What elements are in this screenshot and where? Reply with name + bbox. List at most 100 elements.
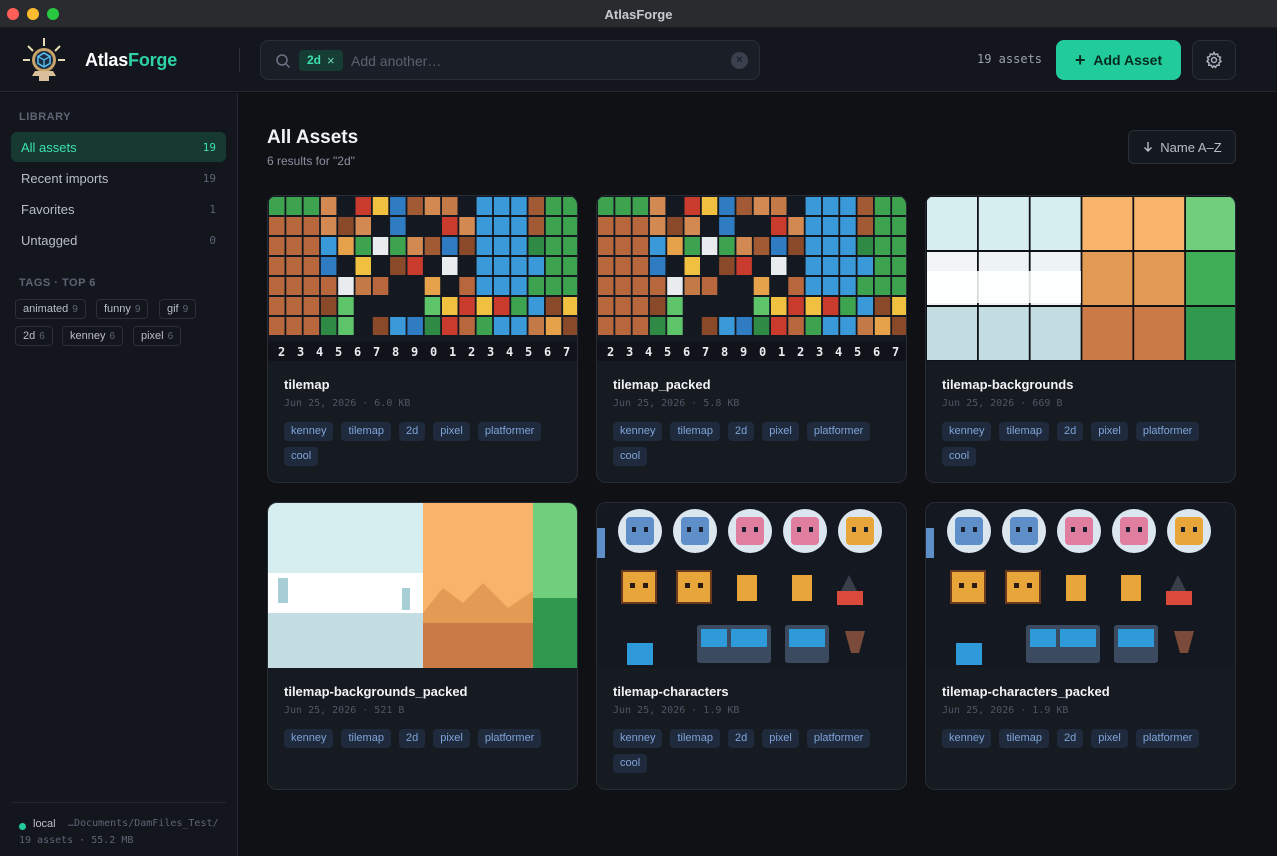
gear-icon	[1205, 51, 1223, 69]
asset-tag[interactable]: pixel	[762, 729, 799, 748]
sidebar-tag-funny[interactable]: funny 9	[96, 299, 149, 319]
svg-text:2: 2	[468, 345, 475, 359]
add-asset-button[interactable]: + Add Asset	[1056, 40, 1181, 80]
asset-tag[interactable]: tilemap	[999, 729, 1049, 748]
sort-label: Name A–Z	[1160, 139, 1222, 155]
asset-tag[interactable]: platformer	[477, 729, 542, 748]
asset-tag[interactable]: kenney	[284, 729, 334, 748]
asset-tag[interactable]: 2d	[398, 422, 426, 441]
tag-name: kenney	[70, 330, 106, 342]
svg-text:7: 7	[563, 345, 570, 359]
asset-tag[interactable]: pixel	[762, 422, 799, 441]
asset-tag[interactable]: platformer	[1135, 422, 1200, 441]
asset-tag[interactable]: platformer	[806, 729, 871, 748]
sidebar-tag-2d[interactable]: 2d 6	[15, 326, 53, 346]
brand-name-part-b: Forge	[128, 50, 178, 70]
sidebar-item-all-assets[interactable]: All assets 19	[11, 132, 226, 162]
asset-tag[interactable]: tilemap	[341, 422, 391, 441]
asset-tag[interactable]: 2d	[1056, 422, 1084, 441]
asset-tag[interactable]: platformer	[477, 422, 542, 441]
remove-chip-icon[interactable]: ×	[327, 50, 335, 71]
sidebar-item-label: All assets	[21, 139, 77, 155]
asset-tag[interactable]: pixel	[433, 422, 470, 441]
clear-search-button[interactable]: ×	[731, 52, 748, 69]
tag-count: 9	[72, 303, 78, 315]
asset-tag[interactable]: cool	[613, 447, 648, 466]
app-header: AtlasForge 2d × × 19 assets + Add Asset	[0, 28, 1277, 92]
asset-tag[interactable]: tilemap	[670, 729, 720, 748]
asset-tag[interactable]: tilemap	[670, 422, 720, 441]
tag-count: 9	[134, 303, 141, 315]
sidebar-tag-kenney[interactable]: kenney 6	[62, 326, 124, 346]
storage-location: local	[33, 818, 56, 830]
svg-text:1: 1	[778, 345, 785, 359]
asset-title: tilemap_packed	[613, 377, 711, 392]
asset-tag[interactable]: kenney	[942, 729, 992, 748]
svg-text:9: 9	[411, 345, 418, 359]
asset-card[interactable]: tilemap-backgrounds Jun 25, 2026 · 669 B k…	[925, 195, 1236, 483]
asset-thumbnail[interactable]: 2345678901234567	[268, 196, 577, 361]
svg-text:5: 5	[664, 345, 671, 359]
page-title: All Assets	[267, 127, 359, 148]
asset-tag[interactable]: kenney	[942, 422, 992, 441]
asset-count: 19 assets	[977, 52, 1043, 66]
asset-thumbnail[interactable]	[268, 503, 577, 668]
sidebar-item-count: 19	[202, 171, 216, 185]
svg-text:6: 6	[683, 345, 690, 359]
settings-button[interactable]	[1192, 40, 1236, 80]
asset-card[interactable]: 2 3 4 5 6 7 8 9 0 1 2 3 4 5 6 7 tilemap Jun 25, 2026 · 6.…	[267, 195, 578, 483]
storage-meta: 19 assets · 55.2 MB	[19, 835, 134, 846]
sidebar-item-recent-imports[interactable]: Recent imports 19	[11, 163, 226, 193]
window-title: AtlasForge	[604, 7, 673, 22]
sidebar-item-untagged[interactable]: Untagged 0	[11, 225, 226, 255]
sidebar-item-count: 0	[209, 233, 216, 247]
asset-tag[interactable]: platformer	[1135, 729, 1200, 748]
asset-meta: Jun 25, 2026 · 669 B	[942, 398, 1063, 409]
asset-tag[interactable]: 2d	[398, 729, 426, 748]
asset-tags: kenney tilemap 2d pixel platformer	[284, 729, 569, 748]
sidebar-item-label: Favorites	[21, 201, 75, 217]
asset-card[interactable]: tilemap-backgrounds_packed Jun 25, 2026 ·…	[267, 502, 578, 790]
tag-name: 2d	[23, 330, 36, 342]
library-section-label: LIBRARY	[19, 111, 71, 123]
thumbnail-image: 2345678901234567	[268, 196, 577, 361]
asset-tag[interactable]: cool	[284, 447, 319, 466]
asset-thumbnail[interactable]	[926, 196, 1235, 361]
asset-tag[interactable]: kenney	[284, 422, 334, 441]
asset-card[interactable]: tilemap-characters Jun 25, 2026 · 1.9 KB k…	[596, 502, 907, 790]
asset-tag[interactable]: tilemap	[341, 729, 391, 748]
asset-tag[interactable]: pixel	[1091, 729, 1128, 748]
asset-tag[interactable]: platformer	[806, 422, 871, 441]
search-bar[interactable]: 2d × ×	[260, 40, 760, 80]
header-divider	[239, 48, 240, 72]
sort-button[interactable]: Name A–Z	[1128, 130, 1236, 164]
asset-tag[interactable]: kenney	[613, 729, 663, 748]
asset-title: tilemap	[284, 377, 330, 392]
asset-tags: kenney tilemap 2d pixel platformer cool	[284, 422, 569, 466]
asset-card[interactable]: tilemap-characters_packed Jun 25, 2026 · …	[925, 502, 1236, 790]
sidebar-item-favorites[interactable]: Favorites 1	[11, 194, 226, 224]
search-filter-chip[interactable]: 2d ×	[299, 50, 343, 71]
asset-tags: kenney tilemap 2d pixel platformer cool	[942, 422, 1227, 466]
sidebar-tag-animated[interactable]: animated 9	[15, 299, 86, 319]
asset-title: tilemap-characters_packed	[942, 684, 1110, 699]
asset-tag[interactable]: 2d	[1056, 729, 1084, 748]
asset-card[interactable]: 2 3 4 5 6 7 8 9 0 1 2 3 4 5 6 7 tilemap_packed Jun 25, 20…	[596, 195, 907, 483]
brand-name-part-a: Atlas	[85, 50, 129, 70]
asset-tag[interactable]: pixel	[433, 729, 470, 748]
asset-tag[interactable]: tilemap	[999, 422, 1049, 441]
asset-thumbnail[interactable]	[926, 503, 1235, 668]
asset-thumbnail[interactable]: 2345678901234567	[597, 196, 906, 361]
asset-tag[interactable]: 2d	[727, 729, 755, 748]
sidebar-tag-gif[interactable]: gif 9	[159, 299, 197, 319]
asset-tag[interactable]: 2d	[727, 422, 755, 441]
search-input[interactable]	[351, 50, 721, 71]
asset-tag[interactable]: kenney	[613, 422, 663, 441]
asset-title: tilemap-characters	[613, 684, 729, 699]
asset-tag[interactable]: cool	[942, 447, 977, 466]
brand-name: AtlasForge	[85, 50, 177, 71]
sidebar-tag-pixel[interactable]: pixel 6	[133, 326, 182, 346]
asset-tag[interactable]: pixel	[1091, 422, 1128, 441]
asset-thumbnail[interactable]	[597, 503, 906, 668]
asset-tag[interactable]: cool	[613, 754, 648, 773]
